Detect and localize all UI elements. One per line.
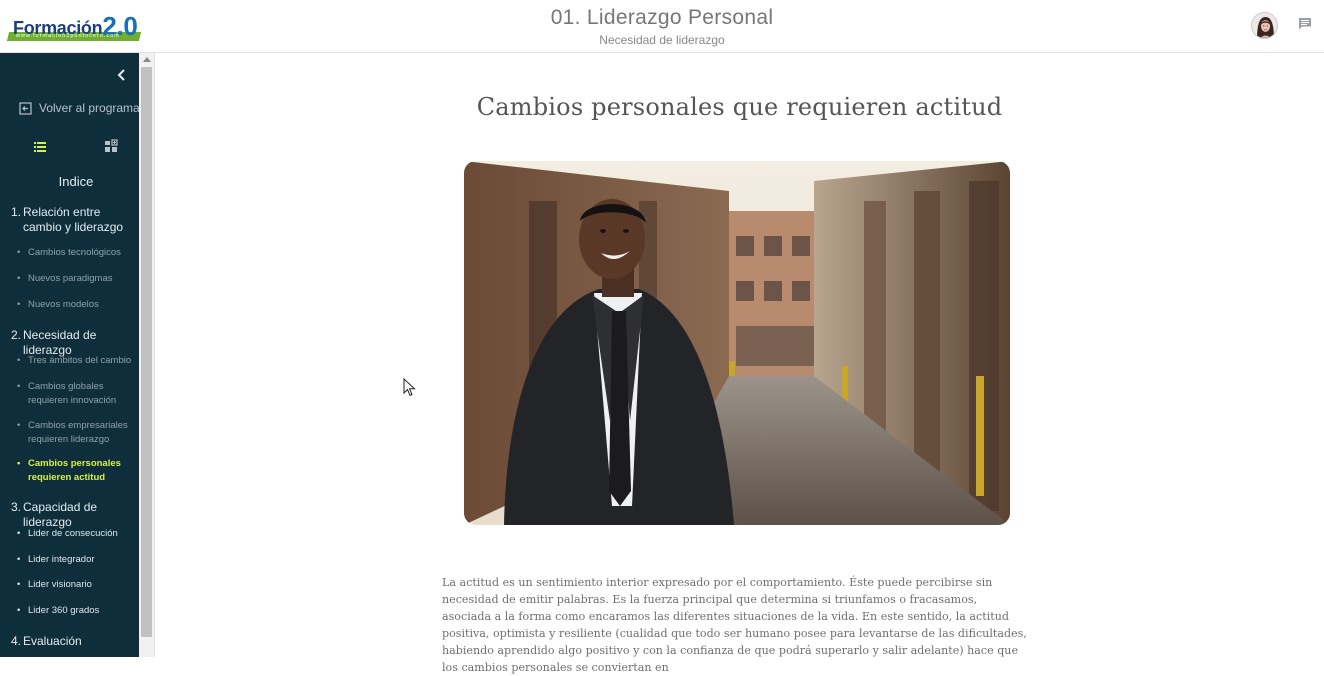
section-title: Relación entre cambio y liderazgo xyxy=(23,205,124,234)
index-item-cambios-empresariales[interactable]: • Cambios empresariales requieren lideraz… xyxy=(17,419,139,447)
sidebar-scrollbar[interactable] xyxy=(139,53,155,657)
chevron-left-icon[interactable] xyxy=(115,67,129,83)
course-title: 01. Liderazgo Personal xyxy=(550,6,774,29)
back-to-program-link[interactable]: Volver al programa xyxy=(19,101,139,115)
exit-icon xyxy=(19,101,32,115)
section-title: Capacidad de liderazgo xyxy=(23,500,98,529)
index-item-lider-consecucion[interactable]: • Lider de consecución xyxy=(17,527,139,541)
index-item-tres-ambitos[interactable]: • Tres ámbitos del cambio xyxy=(17,354,139,368)
scroll-thumb[interactable] xyxy=(141,67,152,637)
grid-view-icon[interactable] xyxy=(104,139,118,153)
mouse-cursor-icon xyxy=(403,377,417,398)
user-avatar[interactable] xyxy=(1251,12,1278,39)
index-item-lider-integrador[interactable]: • Lider integrador xyxy=(17,553,139,567)
lesson-title: Cambios personales que requieren actitud xyxy=(476,93,1003,121)
list-view-icon[interactable] xyxy=(33,140,47,152)
index-item-nuevos-modelos[interactable]: • Nuevos modelos xyxy=(17,298,139,312)
section-title: Evaluación xyxy=(23,634,82,648)
back-label: Volver al programa xyxy=(39,101,139,115)
lesson-paragraph: La actitud es un sentimiento interior ex… xyxy=(442,576,1027,674)
index-heading: Indice xyxy=(58,174,94,189)
scroll-up-arrow-icon[interactable] xyxy=(143,57,151,62)
course-sidebar: Volver al programa Indice 1. Relación en… xyxy=(0,53,139,657)
index-item-lider-visionario[interactable]: • Lider visionario xyxy=(17,578,139,592)
index-item-cambios-globales[interactable]: • Cambios globales requieren innovación xyxy=(17,380,139,408)
index-item-cambios-tecnologicos[interactable]: • Cambios tecnológicos xyxy=(17,246,139,260)
index-section-3[interactable]: 3. Capacidad de liderazgo xyxy=(11,500,139,530)
lesson-photo xyxy=(464,161,1010,525)
chat-icon[interactable] xyxy=(1298,17,1312,30)
index-section-4[interactable]: 4. Evaluación xyxy=(11,634,139,649)
index-item-cambios-personales[interactable]: • Cambios personales requieren actitud xyxy=(17,457,139,485)
index-section-1[interactable]: 1. Relación entre cambio y liderazgo xyxy=(11,205,139,235)
top-header: Formación2.0 www.formacion2puntocero.com… xyxy=(0,0,1324,53)
index-item-lider-360[interactable]: • Lider 360 grados xyxy=(17,604,139,618)
module-subtitle: Necesidad de liderazgo xyxy=(599,33,725,47)
index-item-nuevos-paradigmas[interactable]: • Nuevos paradigmas xyxy=(17,272,139,286)
